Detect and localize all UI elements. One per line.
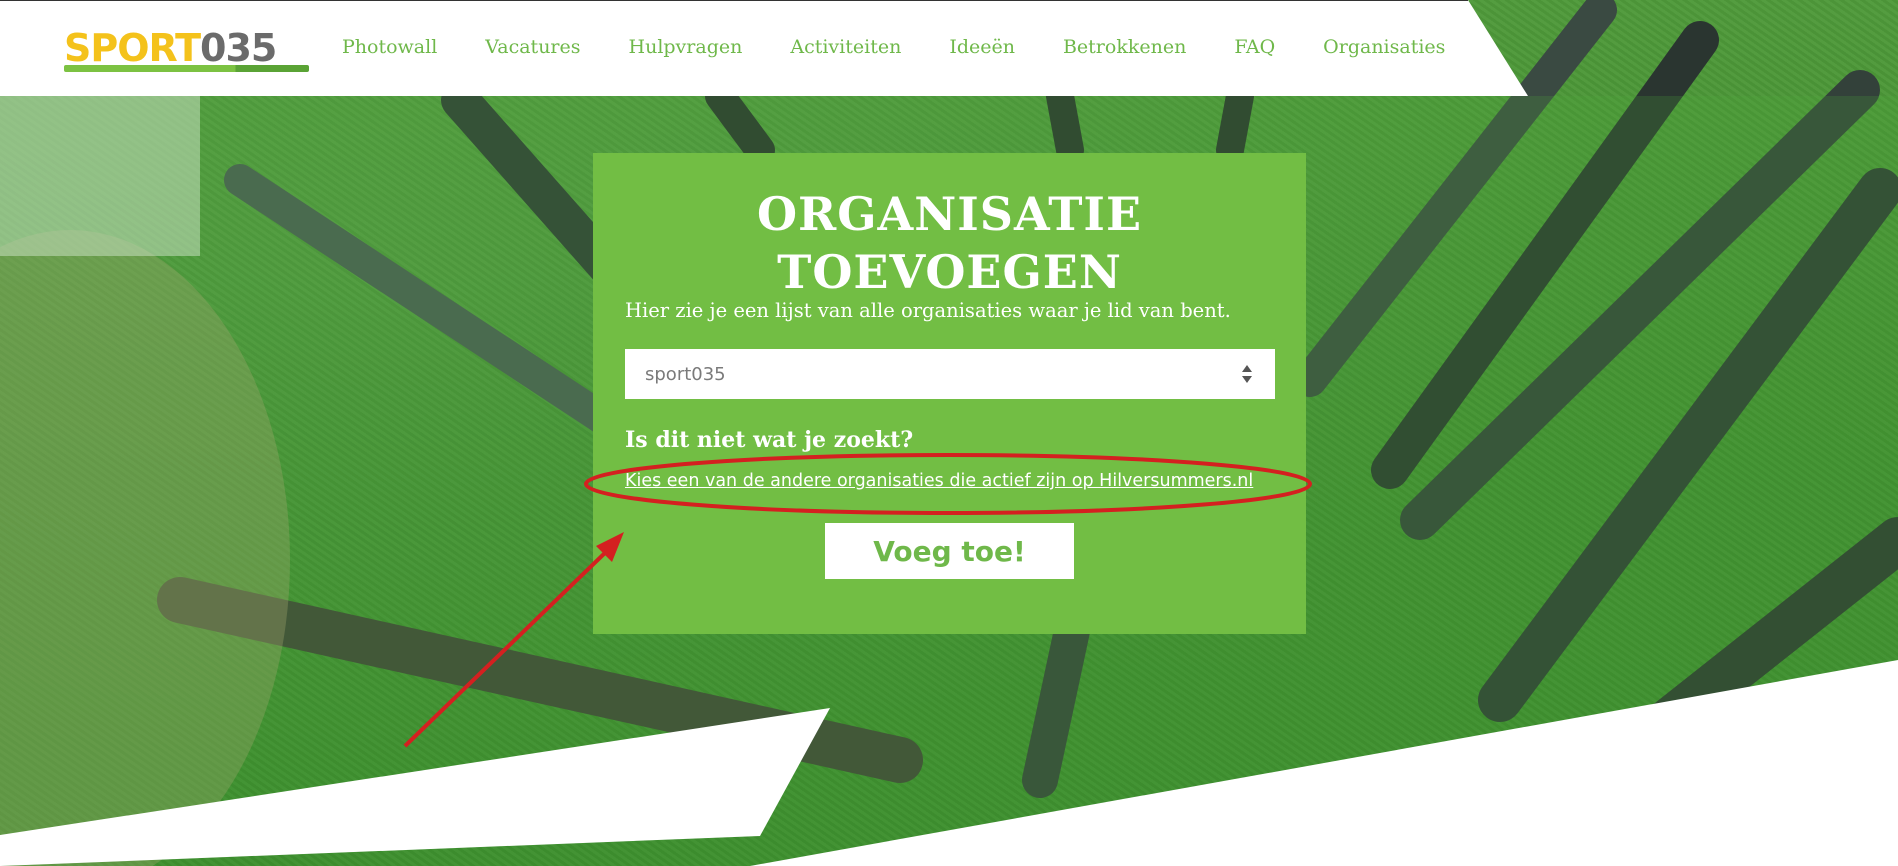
nav-menu: Photowall Vacatures Hulpvragen Activitei… [342, 36, 1493, 58]
sort-arrows-icon [1242, 365, 1252, 383]
nav-item-hulpvragen[interactable]: Hulpvragen [629, 36, 743, 58]
page-title-line1: ORGANISATIE [756, 187, 1143, 241]
organisation-select-value: sport035 [645, 363, 726, 385]
nav-item-ideeen[interactable]: Ideeën [949, 36, 1015, 58]
nav-item-photowall[interactable]: Photowall [342, 36, 437, 58]
page-title: ORGANISATIE TOEVOEGEN [593, 185, 1306, 301]
nav-item-organisaties[interactable]: Organisaties [1323, 36, 1445, 58]
nav-item-vacatures[interactable]: Vacatures [485, 36, 580, 58]
card-subtitle: Hier zie je een lijst van alle organisat… [625, 299, 1231, 322]
nav-item-betrokkenen[interactable]: Betrokkenen [1063, 36, 1186, 58]
top-navigation: SPORT035 Photowall Vacatures Hulpvragen … [0, 0, 1510, 96]
nav-item-faq[interactable]: FAQ [1234, 36, 1275, 58]
logo-grass-stripe [64, 65, 309, 72]
add-button[interactable]: Voeg toe! [825, 523, 1074, 579]
nav-item-activiteiten[interactable]: Activiteiten [790, 36, 901, 58]
logo-number-text: 035 [200, 26, 277, 70]
other-organisations-link[interactable]: Kies een van de andere organisaties die … [625, 471, 1253, 491]
logo-sport-text: SPORT [64, 26, 201, 70]
add-organisation-card: ORGANISATIE TOEVOEGEN Hier zie je een li… [593, 153, 1306, 634]
sport035-logo[interactable]: SPORT035 [64, 26, 309, 72]
alternative-question: Is dit niet wat je zoekt? [625, 427, 914, 453]
page-title-line2: TOEVOEGEN [777, 245, 1122, 299]
organisation-select[interactable]: sport035 [625, 349, 1275, 399]
